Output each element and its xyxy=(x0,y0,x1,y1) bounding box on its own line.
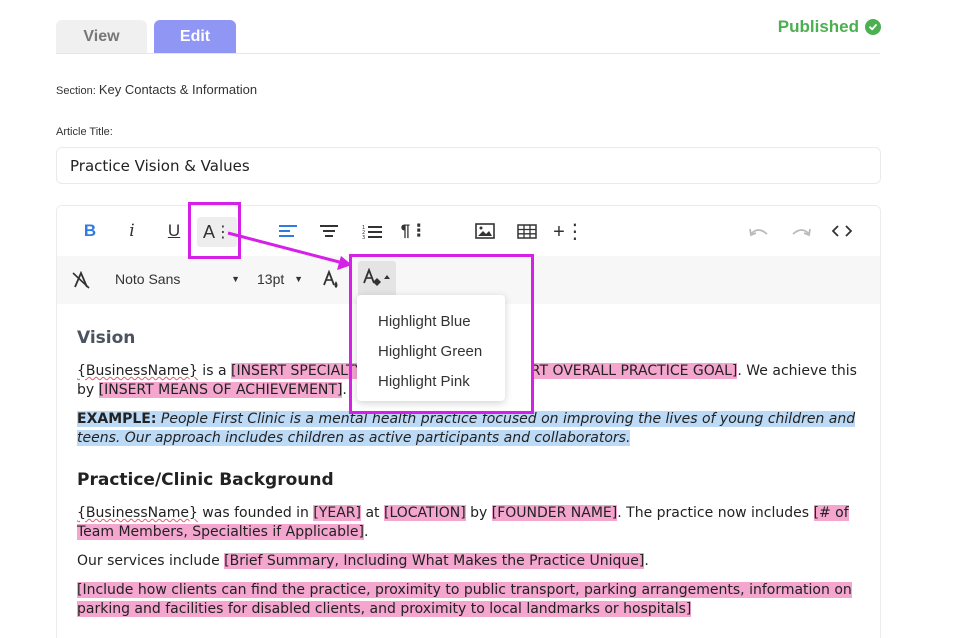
example-text: People First Clinic is a mental health p… xyxy=(77,411,856,446)
example-paragraph: EXAMPLE: People First Clinic is a mental… xyxy=(77,410,867,448)
placeholder-services: [Brief Summary, Including What Makes the… xyxy=(224,553,645,569)
svg-text:3: 3 xyxy=(362,235,365,239)
check-circle-icon xyxy=(865,19,881,35)
paragraph-icon: ¶⋮ xyxy=(400,221,428,240)
placeholder-year: [YEAR] xyxy=(313,505,362,521)
clear-formatting-icon xyxy=(72,271,90,289)
text-color-icon xyxy=(323,270,338,288)
background-paragraph-3: [Include how clients can find the practi… xyxy=(77,581,867,619)
article-title-input[interactable]: Practice Vision & Values xyxy=(56,147,881,184)
underline-button[interactable]: U xyxy=(160,218,188,244)
undo-button[interactable] xyxy=(745,218,773,244)
section-line: Section: Key Contacts & Information xyxy=(56,82,257,97)
status-badge: Published xyxy=(778,17,881,37)
heading-background: Practice/Clinic Background xyxy=(77,470,334,490)
section-value: Key Contacts & Information xyxy=(98,82,258,97)
placeholder-means: [INSERT MEANS OF ACHIEVEMENT] xyxy=(98,382,343,398)
paragraph-button[interactable]: ¶⋮ xyxy=(400,218,428,244)
tab-view[interactable]: View xyxy=(56,20,147,54)
background-paragraph-2: Our services include [Brief Summary, Inc… xyxy=(77,552,867,571)
section-label: Section: xyxy=(56,85,96,97)
text-run: . xyxy=(342,382,347,398)
text-run: Our services include xyxy=(77,553,225,569)
insert-more-button[interactable]: +⋮ xyxy=(553,218,585,244)
font-size-value: 13pt xyxy=(257,271,285,287)
bold-icon: B xyxy=(83,221,97,240)
editor-toolbar-primary: B i U A ⋮ 123 ¶⋮ +⋮ xyxy=(57,206,880,256)
code-icon xyxy=(832,225,852,237)
text-run: by xyxy=(465,505,492,521)
annotation-box-highlight-menu xyxy=(349,254,534,414)
tab-edit[interactable]: Edit xyxy=(154,20,236,54)
insert-image-button[interactable] xyxy=(471,218,499,244)
placeholder-founder: [FOUNDER NAME] xyxy=(491,505,618,521)
insert-table-button[interactable] xyxy=(513,218,541,244)
align-left-button[interactable] xyxy=(274,218,302,244)
article-title-label: Article Title: xyxy=(56,126,113,138)
redo-icon xyxy=(792,228,811,237)
placeholder-location-details: [Include how clients can find the practi… xyxy=(77,582,852,617)
align-center-icon xyxy=(320,225,338,237)
text-run: at xyxy=(361,505,384,521)
background-paragraph-1: {BusinessName} was founded in [YEAR] at … xyxy=(77,504,867,542)
annotation-box-font-button xyxy=(188,202,241,259)
published-label: Published xyxy=(777,17,859,36)
font-family-select[interactable]: Noto Sans ▼ xyxy=(115,271,240,287)
redo-button[interactable] xyxy=(787,218,815,244)
business-name-token: {BusinessName} xyxy=(77,363,198,379)
placeholder-specialty: [INSERT SPECIALTY] xyxy=(230,363,369,379)
text-color-button[interactable] xyxy=(317,267,345,293)
image-icon xyxy=(475,223,495,239)
plus-icon: +⋮ xyxy=(553,220,585,243)
business-name-token: {BusinessName} xyxy=(77,505,198,521)
underline-icon: U xyxy=(167,221,181,240)
view-edit-tabs: View Edit xyxy=(56,20,236,54)
text-run: . The practice now includes xyxy=(617,505,814,521)
example-label: EXAMPLE: xyxy=(77,411,157,427)
text-run: was founded in xyxy=(197,505,314,521)
text-run: is a xyxy=(197,363,231,379)
bold-button[interactable]: B xyxy=(76,218,104,244)
font-size-select[interactable]: 13pt ▼ xyxy=(257,271,303,287)
undo-icon xyxy=(749,228,768,237)
table-icon xyxy=(517,223,537,239)
ordered-list-button[interactable]: 123 xyxy=(358,218,386,244)
text-run: . xyxy=(644,553,649,569)
caret-down-icon: ▼ xyxy=(294,274,303,284)
align-center-button[interactable] xyxy=(315,218,343,244)
italic-icon: i xyxy=(129,221,135,241)
placeholder-location: [LOCATION] xyxy=(383,505,466,521)
text-run: . xyxy=(363,524,369,540)
ordered-list-icon: 123 xyxy=(362,225,382,239)
italic-button[interactable]: i xyxy=(118,218,146,244)
font-family-value: Noto Sans xyxy=(115,271,181,287)
clear-formatting-button[interactable] xyxy=(67,267,95,293)
align-left-icon xyxy=(279,225,297,237)
tab-divider xyxy=(56,53,880,54)
placeholder-goal: RT OVERALL PRACTICE GOAL] xyxy=(530,363,738,379)
caret-down-icon: ▼ xyxy=(231,274,240,284)
code-view-button[interactable] xyxy=(828,218,856,244)
